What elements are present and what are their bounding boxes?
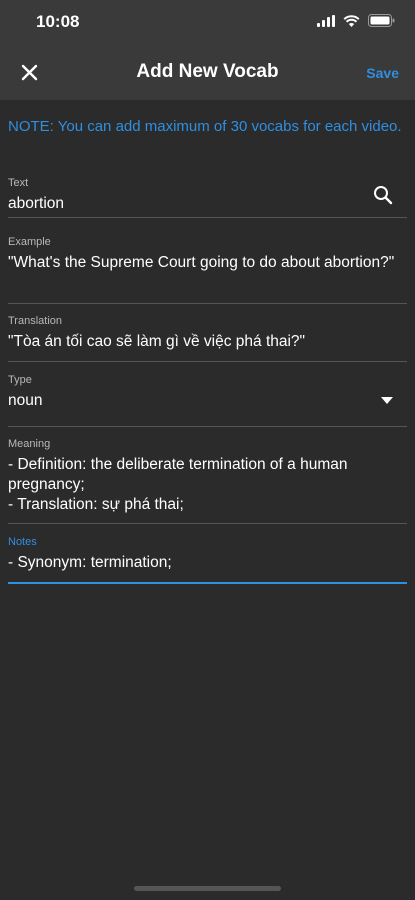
text-field-label: Text xyxy=(8,177,29,189)
close-button[interactable] xyxy=(16,59,42,85)
nav-bar: Add New Vocab Save xyxy=(0,44,415,100)
search-icon[interactable] xyxy=(373,185,393,205)
example-field[interactable]: Example "What's the Supreme Court going … xyxy=(8,235,407,304)
type-field-label: Type xyxy=(8,374,32,386)
translation-field[interactable]: Translation "Tòa án tối cao sẽ làm gì về… xyxy=(8,314,407,362)
type-dropdown[interactable]: Type noun xyxy=(8,373,407,427)
meaning-field-label: Meaning xyxy=(8,438,51,450)
home-indicator xyxy=(134,886,281,891)
notes-field-label: Notes xyxy=(8,536,37,548)
signal-icon xyxy=(317,14,335,27)
page-title: Add New Vocab xyxy=(136,61,279,82)
status-icons xyxy=(317,14,395,27)
dropdown-arrow-icon[interactable] xyxy=(381,397,393,404)
close-icon xyxy=(21,64,37,80)
notes-field[interactable]: Notes - Synonym: termination; xyxy=(8,535,407,584)
text-field[interactable]: Text abortion xyxy=(8,176,407,218)
status-bar: 10:08 xyxy=(0,0,415,44)
example-field-value[interactable]: "What's the Supreme Court going to do ab… xyxy=(8,253,407,273)
battery-icon xyxy=(368,14,395,27)
save-button[interactable]: Save xyxy=(366,65,399,81)
meaning-field-value[interactable]: - Definition: the deliberate termination… xyxy=(8,455,407,515)
translation-field-value[interactable]: "Tòa án tối cao sẽ làm gì về việc phá th… xyxy=(8,332,407,352)
meaning-field[interactable]: Meaning - Definition: the deliberate ter… xyxy=(8,437,407,524)
example-field-label: Example xyxy=(8,236,51,248)
notes-field-value[interactable]: - Synonym: termination; xyxy=(8,553,407,573)
status-time: 10:08 xyxy=(36,12,80,31)
text-field-value[interactable]: abortion xyxy=(8,194,407,214)
type-field-value[interactable]: noun xyxy=(8,391,407,411)
wifi-icon xyxy=(343,14,360,27)
translation-field-label: Translation xyxy=(8,315,63,327)
max-vocab-note: NOTE: You can add maximum of 30 vocabs f… xyxy=(8,118,402,135)
